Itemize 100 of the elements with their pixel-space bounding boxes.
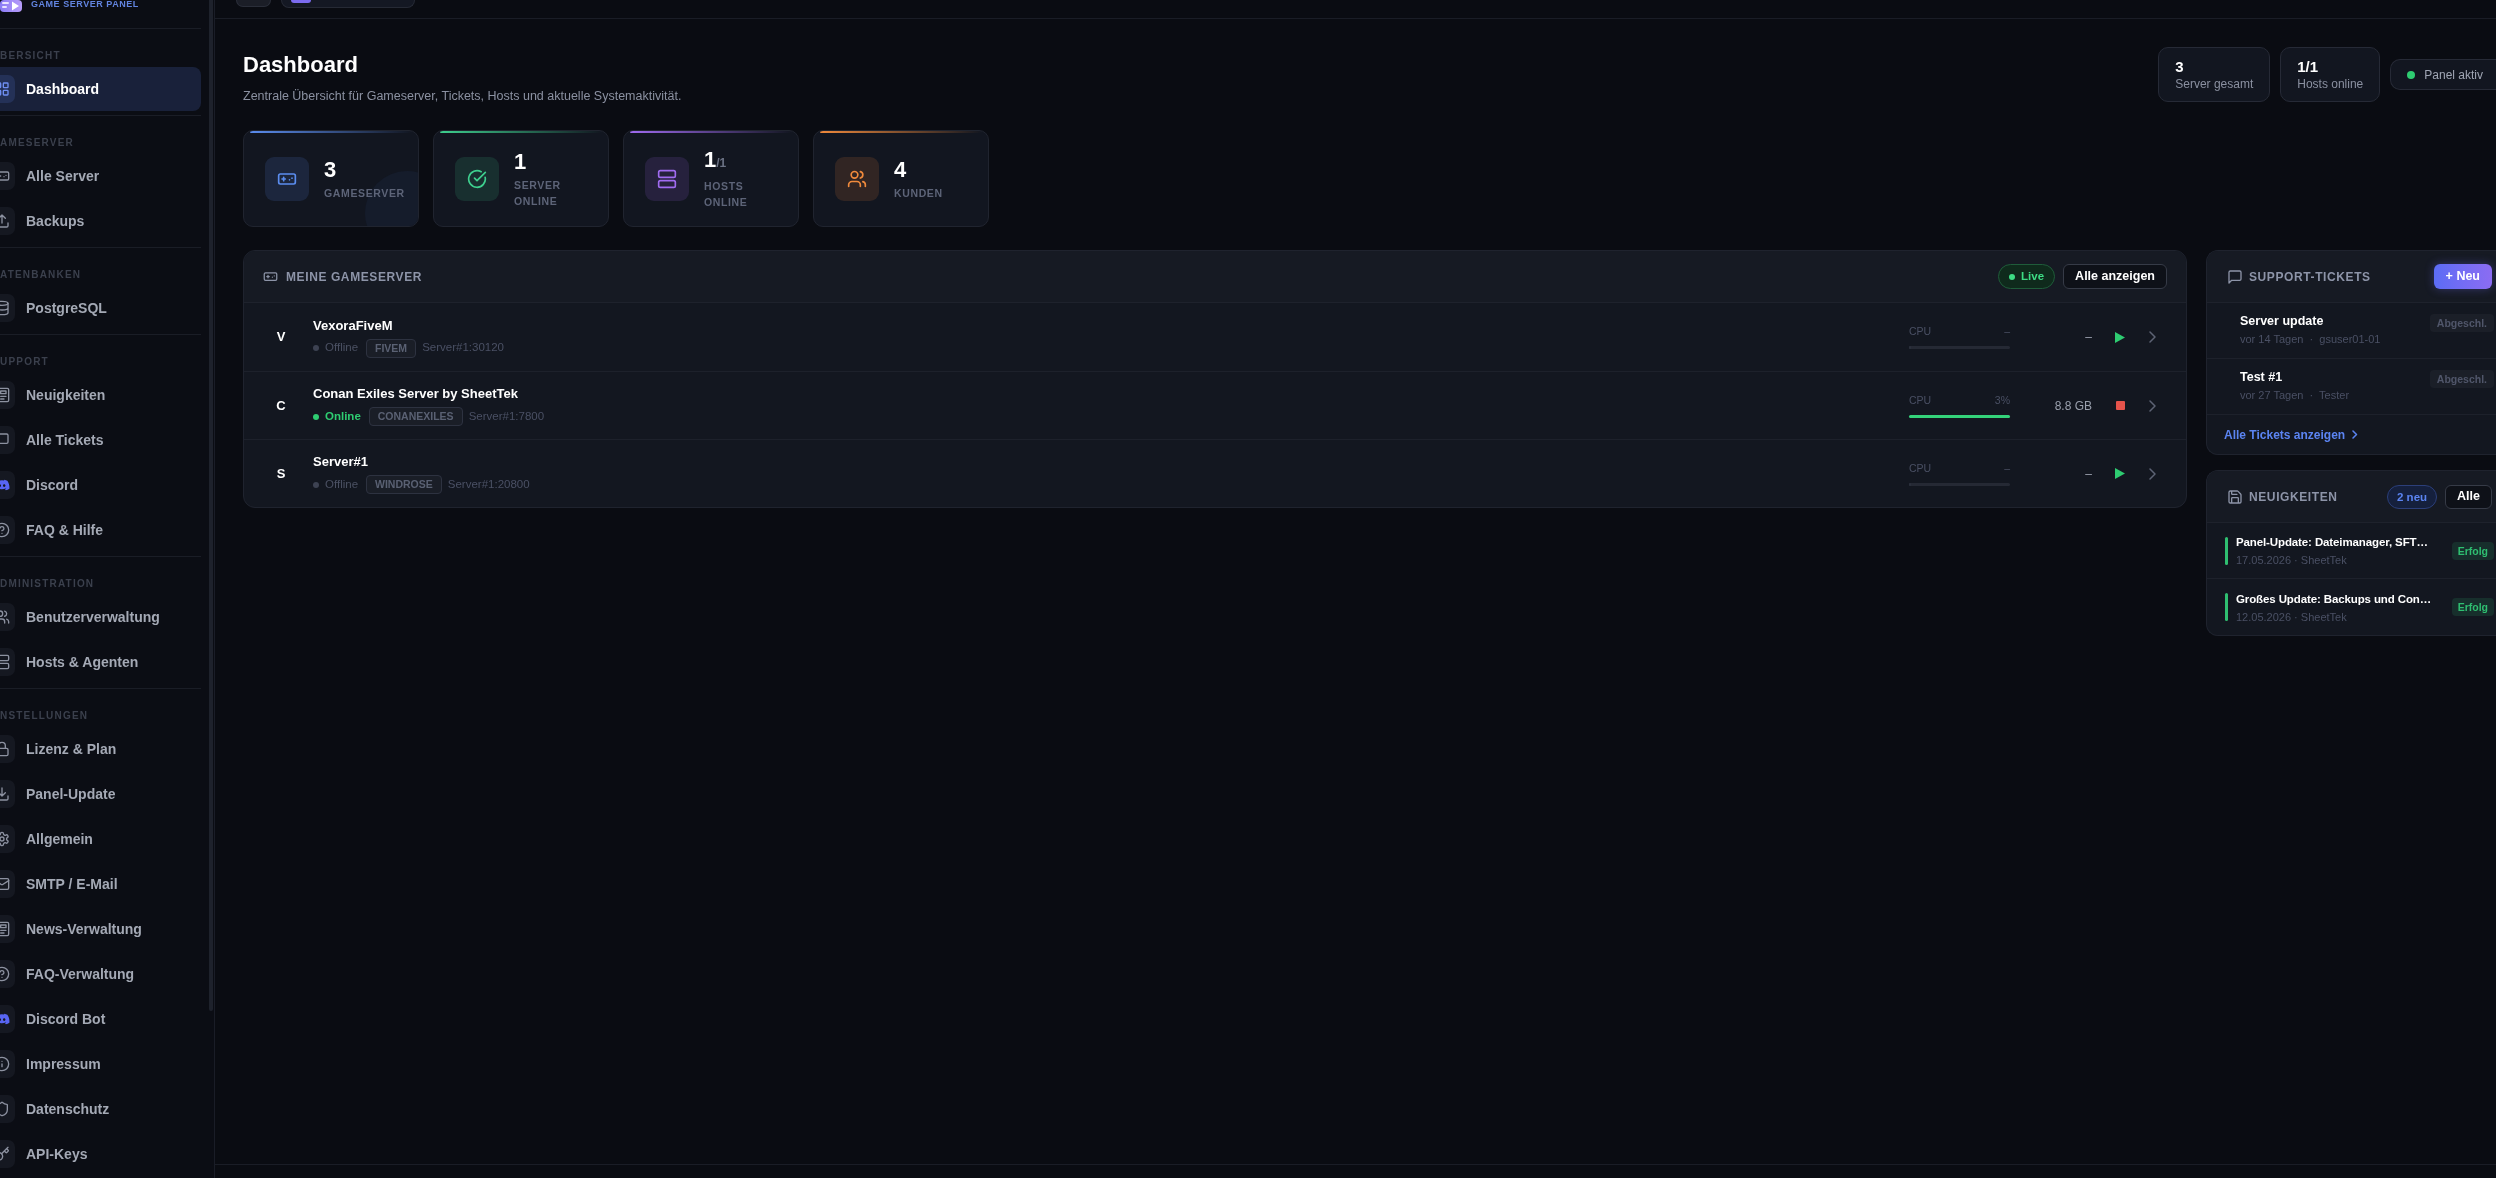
chevron-right-icon — [2148, 467, 2156, 480]
sidebar-item[interactable]: Hosts & Agenten — [0, 640, 201, 684]
play-icon[interactable] — [2115, 468, 2125, 479]
chevron-right-icon — [2352, 430, 2359, 439]
section-label: DMINISTRATION — [0, 577, 95, 591]
ticket-title[interactable]: Test #1 — [2240, 369, 2283, 385]
sidebar-item[interactable]: Alle Server — [0, 154, 201, 198]
server-initial: C — [275, 396, 287, 415]
game-badge: FIVEM — [366, 338, 417, 358]
chevron-right-icon — [2148, 331, 2156, 343]
stat-value: 1 — [514, 148, 527, 175]
sidebar-item[interactable]: FAQ & Hilfe — [0, 508, 201, 552]
sidebar-item[interactable]: Alle Tickets — [0, 418, 201, 462]
status-badge: Abgeschl. — [2429, 314, 2494, 332]
stat-label: HOSTS ONLINE — [704, 179, 749, 210]
news-title[interactable]: Panel-Update: Dateimanager, SFT… — [2236, 534, 2428, 550]
news-title[interactable]: Großes Update: Backups und Con… — [2236, 590, 2432, 607]
cpu-value: – — [2004, 324, 2010, 340]
page-subtitle: Zentrale Übersicht für Gameserver, Tickets, Hosts und aktuelle Systemaktivität. — [243, 88, 682, 104]
sidebar-item[interactable]: SMTP / E-Mail — [0, 862, 201, 906]
sidebar-item[interactable]: Discord — [0, 463, 201, 507]
cpu-label: CPU — [1909, 324, 1932, 340]
view-all-button[interactable]: Alle anzeigen — [2063, 264, 2167, 289]
section-label: ATENBANKEN — [0, 268, 82, 282]
stat-value: 3 — [324, 156, 337, 183]
stat-label: GAMESERVER — [324, 185, 406, 201]
category-badge: Erfolg — [2451, 541, 2494, 560]
server-name[interactable]: Conan Exiles Server by SheetTek — [313, 385, 518, 402]
sidebar-item[interactable]: Discord Bot — [0, 997, 201, 1041]
section-label: NSTELLUNGEN — [0, 709, 89, 723]
sidebar-item[interactable]: FAQ-Verwaltung — [0, 952, 201, 996]
ticket-title[interactable]: Server update — [2240, 313, 2324, 329]
sidebar-item[interactable]: Lizenz & Plan — [0, 727, 201, 771]
server-address: Server#1:7800 — [468, 408, 545, 424]
user-menu-button[interactable] — [281, 0, 415, 8]
server-name[interactable]: VexoraFiveM — [313, 316, 393, 334]
memory-usage: – — [2085, 465, 2092, 483]
sidebar-item[interactable]: PostgreSQL — [0, 286, 201, 330]
stat-label: KUNDEN — [894, 185, 944, 201]
panel-title: SUPPORT-TICKETS — [2249, 268, 2371, 286]
sidebar-item[interactable]: Datenschutz — [0, 1087, 201, 1131]
section-label: UPPORT — [0, 355, 49, 369]
status-text: Offline — [325, 476, 359, 492]
server-initial: S — [275, 464, 287, 483]
category-badge: Erfolg — [2451, 598, 2494, 616]
server-name[interactable]: Server#1 — [313, 453, 368, 470]
status-badge: Abgeschl. — [2429, 370, 2494, 388]
game-badge: CONANEXILES — [368, 407, 463, 426]
new-ticket-button[interactable]: + Neu — [2433, 264, 2492, 289]
stop-icon[interactable] — [2115, 401, 2125, 410]
status-text: Offline — [325, 340, 359, 356]
stat-value: 4 — [894, 156, 907, 183]
panel-title: NEUIGKEITEN — [2249, 488, 2338, 506]
avatar-icon — [291, 0, 311, 3]
logo-icon[interactable] — [0, 0, 22, 12]
sidebar-item[interactable]: Dashboard — [0, 67, 201, 111]
memory-usage: – — [2085, 329, 2092, 346]
summary-value: 3 — [2175, 57, 2185, 76]
section-label: BERSICHT — [0, 49, 61, 63]
server-address: Server#1:30120 — [422, 340, 504, 356]
memory-usage: 8.8 GB — [2054, 397, 2092, 415]
news-meta: 12.05.2026 · SheetTek — [2236, 609, 2347, 624]
gamepad-icon — [263, 269, 278, 284]
sidebar-item[interactable]: News-Verwaltung — [0, 907, 201, 951]
news-meta: 17.05.2026 · SheetTek — [2236, 553, 2347, 567]
sidebar-item[interactable]: Backups — [0, 199, 201, 243]
all-tickets-link[interactable]: Alle Tickets anzeigen — [2224, 425, 2359, 444]
grid-icon — [0, 75, 15, 103]
live-label: Live — [2021, 268, 2045, 284]
cpu-value: – — [2004, 460, 2010, 476]
summary-label: Hosts online — [2297, 75, 2364, 92]
ticket-meta: vor 27 Tagen · Tester — [2240, 388, 2350, 402]
ticket-meta: vor 14 Tagen · gsuser01-01 — [2240, 332, 2381, 346]
status-text: Online — [325, 408, 361, 424]
stat-label: SERVER ONLINE — [514, 177, 562, 209]
server-address: Server#1:20800 — [447, 476, 530, 492]
page-title: Dashboard — [243, 51, 358, 79]
all-news-button[interactable]: Alle — [2445, 484, 2492, 509]
status-label: Panel aktiv — [2424, 66, 2483, 84]
logo-subtitle: GAME SERVER PANEL — [31, 0, 139, 9]
cpu-value: 3% — [1994, 392, 2010, 408]
sidebar-item[interactable]: Panel-Update — [0, 772, 201, 816]
chevron-right-icon — [2148, 399, 2156, 412]
panel-title: MEINE GAMESERVER — [286, 268, 423, 286]
save-icon — [2227, 488, 2243, 505]
sidebar-item[interactable]: API-Keys — [0, 1132, 201, 1176]
server-initial: V — [275, 328, 287, 347]
new-count-badge: 2 neu — [2387, 484, 2438, 509]
sidebar-item[interactable]: Allgemein — [0, 817, 201, 861]
game-badge: WINDROSE — [366, 475, 442, 494]
cpu-label: CPU — [1909, 392, 1932, 408]
play-icon[interactable] — [2115, 331, 2125, 343]
cpu-label: CPU — [1909, 460, 1932, 476]
stat-value: 1/1 — [704, 147, 727, 174]
sidebar-item[interactable]: Benutzerverwaltung — [0, 595, 201, 639]
summary-value: 1/1 — [2297, 57, 2320, 76]
sidebar-item[interactable]: Impressum — [0, 1042, 201, 1086]
section-label: AMESERVER — [0, 136, 74, 150]
sidebar-item[interactable]: Neuigkeiten — [0, 373, 201, 417]
chat-bubble-icon — [2227, 268, 2243, 285]
